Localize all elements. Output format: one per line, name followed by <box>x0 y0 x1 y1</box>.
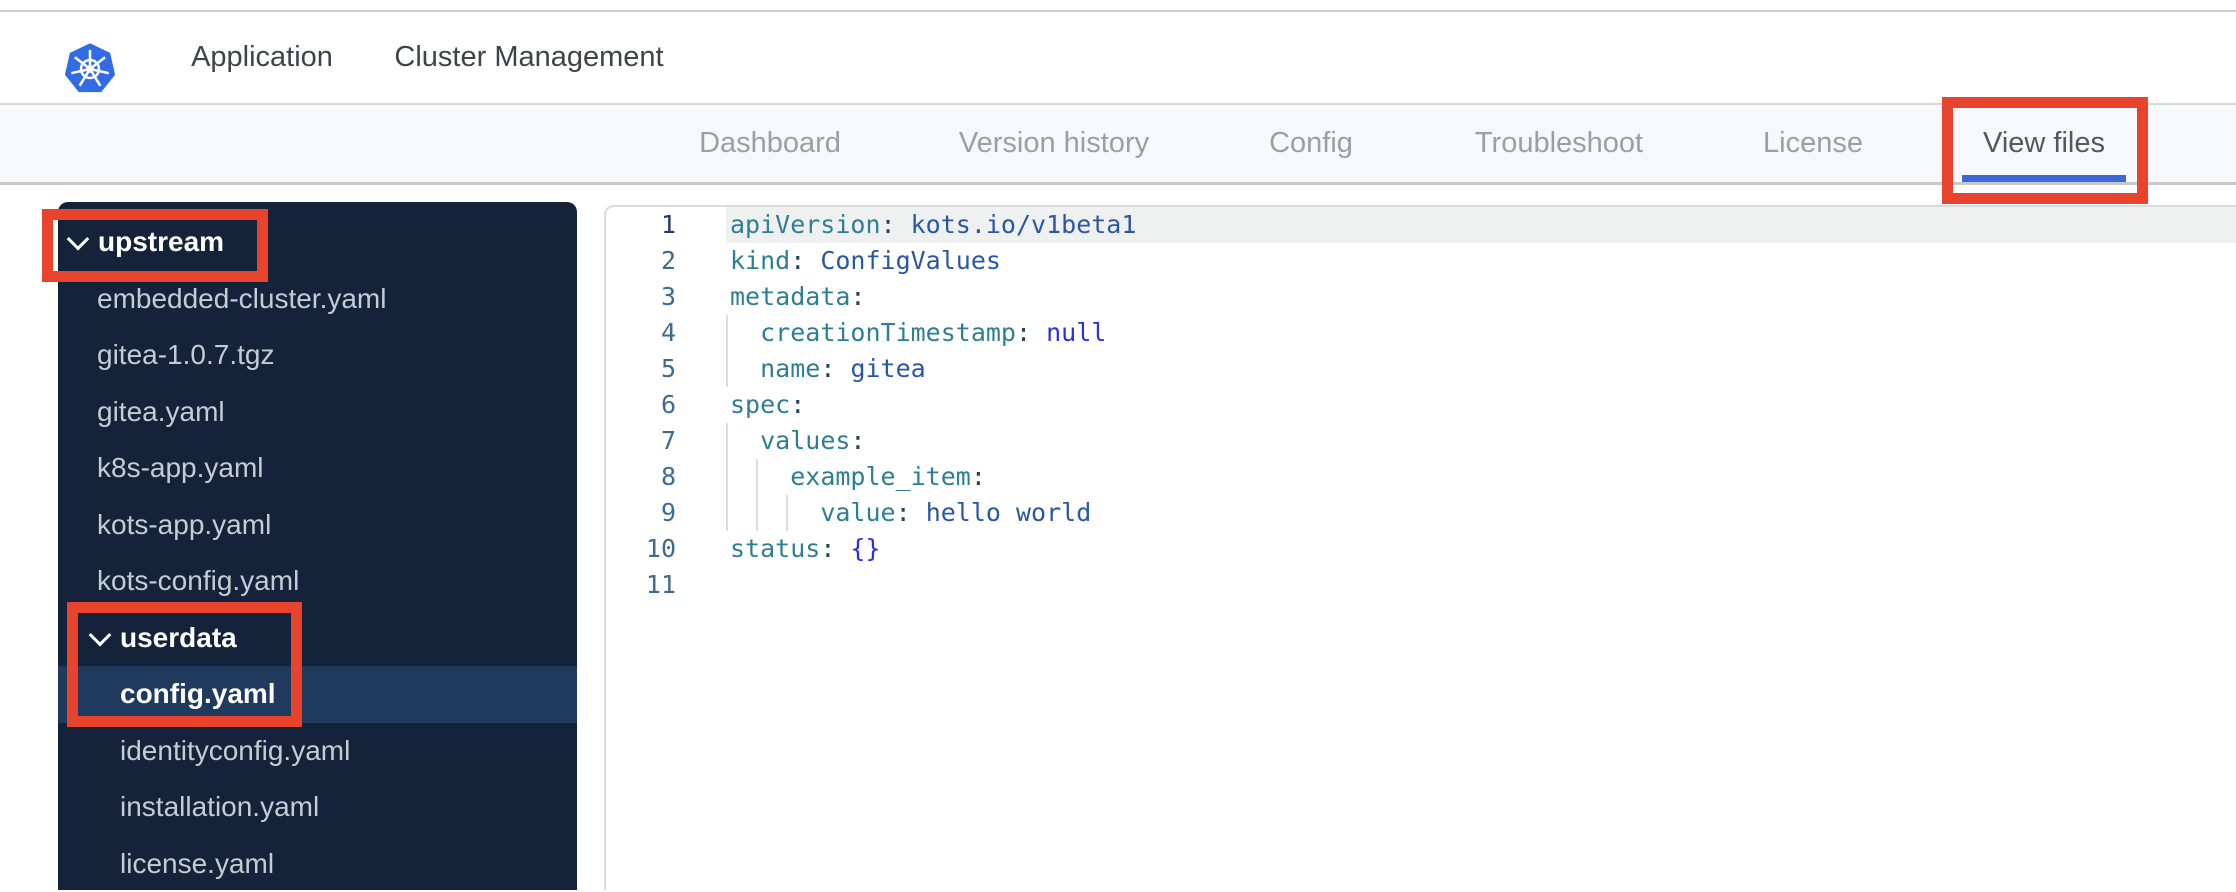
code-text: metadata: <box>726 279 2236 315</box>
line-number: 10 <box>606 531 686 567</box>
tree-file-label: identityconfig.yaml <box>120 735 350 767</box>
tree-folder-upstream-label: upstream <box>98 226 224 258</box>
tree-file-label: license.yaml <box>120 848 274 880</box>
tree-file-label: kots-config.yaml <box>97 565 299 597</box>
subnav-view-files-label: View files <box>1983 127 2105 160</box>
code-line: 1 apiVersion: kots.io/v1beta1 <box>606 207 2236 243</box>
tree-file-label: installation.yaml <box>120 791 319 823</box>
line-number: 6 <box>606 387 686 423</box>
line-number: 1 <box>606 207 686 243</box>
code-line: 5 name: gitea <box>606 351 2236 387</box>
code-line: 6 spec: <box>606 387 2236 423</box>
tree-file-k8s-app[interactable]: k8s-app.yaml <box>58 440 577 497</box>
tree-file-installation[interactable]: installation.yaml <box>58 779 577 836</box>
tab-application[interactable]: Application <box>191 12 333 103</box>
line-number: 3 <box>606 279 686 315</box>
tree-file-gitea-yaml[interactable]: gitea.yaml <box>58 384 577 441</box>
code-line: 10 status: {} <box>606 531 2236 567</box>
code-text <box>726 567 2236 603</box>
code-text: status: {} <box>726 531 2236 567</box>
code-text: kind: ConfigValues <box>726 243 2236 279</box>
tree-folder-upstream[interactable]: upstream <box>58 214 577 271</box>
subnav-license-label: License <box>1763 127 1863 160</box>
tree-file-label: k8s-app.yaml <box>97 452 264 484</box>
code-text: value: hello world <box>726 495 2236 531</box>
tree-file-label: embedded-cluster.yaml <box>97 283 386 315</box>
indent-guide <box>726 459 728 495</box>
code-lines: 1 apiVersion: kots.io/v1beta1 2 kind: Confi… <box>606 207 2236 603</box>
app-subnav: Dashboard Version history Config Trouble… <box>0 105 2236 185</box>
kubernetes-logo-icon <box>62 40 118 98</box>
indent-guide <box>786 495 788 531</box>
subnav-troubleshoot-label: Troubleshoot <box>1475 127 1643 160</box>
code-text: apiVersion: kots.io/v1beta1 <box>726 207 2236 243</box>
indent-guide <box>756 495 758 531</box>
subnav-dashboard-label: Dashboard <box>699 127 841 160</box>
subnav-config-label: Config <box>1269 127 1353 160</box>
active-subnav-underline <box>1962 175 2126 182</box>
line-number: 7 <box>606 423 686 459</box>
tree-folder-userdata[interactable]: userdata <box>58 610 577 667</box>
code-line: 8 example_item: <box>606 459 2236 495</box>
code-text: values: <box>726 423 2236 459</box>
chevron-down-icon <box>89 624 112 647</box>
indent-guide <box>726 315 728 351</box>
subnav-dashboard[interactable]: Dashboard <box>699 105 841 182</box>
code-line: 7 values: <box>606 423 2236 459</box>
file-tree-sidebar: upstream embedded-cluster.yaml gitea-1.0… <box>58 202 577 890</box>
tree-file-kots-config[interactable]: kots-config.yaml <box>58 553 577 610</box>
line-number: 5 <box>606 351 686 387</box>
code-line: 11 <box>606 567 2236 603</box>
line-number: 11 <box>606 567 686 603</box>
indent-guide <box>726 423 728 459</box>
tree-folder-userdata-label: userdata <box>120 622 237 654</box>
line-number: 9 <box>606 495 686 531</box>
line-number: 4 <box>606 315 686 351</box>
tree-file-identityconfig[interactable]: identityconfig.yaml <box>58 723 577 780</box>
subnav-license[interactable]: License <box>1763 105 1863 182</box>
tree-file-config-selected[interactable]: config.yaml <box>58 666 577 723</box>
code-line: 2 kind: ConfigValues <box>606 243 2236 279</box>
code-text: creationTimestamp: null <box>726 315 2236 351</box>
indent-guide <box>756 459 758 495</box>
file-content-editor[interactable]: 1 apiVersion: kots.io/v1beta1 2 kind: Confi… <box>604 205 2236 890</box>
tree-file-license[interactable]: license.yaml <box>58 836 577 892</box>
indent-guide <box>726 351 728 387</box>
subnav-troubleshoot[interactable]: Troubleshoot <box>1475 105 1643 182</box>
line-number: 8 <box>606 459 686 495</box>
tree-file-kots-app[interactable]: kots-app.yaml <box>58 497 577 554</box>
code-text: name: gitea <box>726 351 2236 387</box>
code-text: spec: <box>726 387 2236 423</box>
tree-file-embedded-cluster[interactable]: embedded-cluster.yaml <box>58 271 577 328</box>
chevron-down-icon <box>67 228 90 251</box>
tab-application-label: Application <box>191 41 333 74</box>
subnav-view-files[interactable]: View files <box>1983 105 2105 182</box>
code-line: 9 value: hello world <box>606 495 2236 531</box>
app-header: Application Cluster Management <box>0 12 2236 103</box>
tree-file-gitea-tgz[interactable]: gitea-1.0.7.tgz <box>58 327 577 384</box>
subnav-version-history-label: Version history <box>959 127 1149 160</box>
indent-guide <box>726 495 728 531</box>
code-line: 3 metadata: <box>606 279 2236 315</box>
tree-file-label: gitea.yaml <box>97 396 225 428</box>
tab-cluster-management[interactable]: Cluster Management <box>394 12 663 103</box>
code-line: 4 creationTimestamp: null <box>606 315 2236 351</box>
line-number: 2 <box>606 243 686 279</box>
tree-file-label: config.yaml <box>120 678 276 710</box>
tree-file-label: gitea-1.0.7.tgz <box>97 339 274 371</box>
tree-file-label: kots-app.yaml <box>97 509 271 541</box>
subnav-version-history[interactable]: Version history <box>959 105 1149 182</box>
subnav-config[interactable]: Config <box>1269 105 1353 182</box>
code-text: example_item: <box>726 459 2236 495</box>
tab-cluster-management-label: Cluster Management <box>394 41 663 74</box>
